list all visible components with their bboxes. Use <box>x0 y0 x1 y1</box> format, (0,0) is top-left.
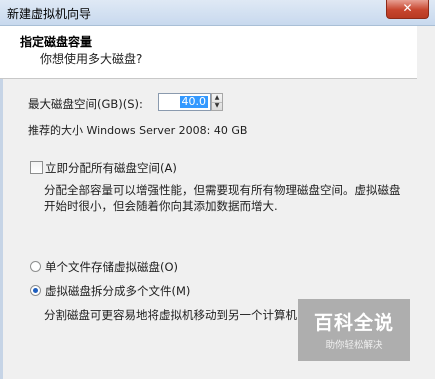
recommended-size-text: 推荐的大小 Windows Server 2008: 40 GB <box>28 124 248 137</box>
allocate-now-label[interactable]: 立即分配所有磁盘空间(A) <box>45 160 177 176</box>
watermark-subtitle: 助你轻松解决 <box>325 340 383 351</box>
page-title: 指定磁盘容量 <box>20 35 93 49</box>
split-files-radio[interactable] <box>30 285 41 296</box>
allocate-now-checkbox[interactable] <box>30 161 43 174</box>
spin-down-icon[interactable]: ▼ <box>212 102 222 110</box>
allocate-description-line2: 开始时很小，但会随着你向其添加数据而增大. <box>44 199 278 213</box>
new-vm-wizard-window: 新建虚拟机向导 ✕ 指定磁盘容量 你想使用多大磁盘? 最大磁盘空间(GB)(S)… <box>0 0 435 379</box>
wizard-header: 指定磁盘容量 你想使用多大磁盘? <box>0 26 435 79</box>
single-file-label[interactable]: 单个文件存储虚拟磁盘(O) <box>45 259 178 275</box>
radio-selected-dot <box>33 288 38 293</box>
watermark-logo: 百科全说 助你轻松解决 <box>298 299 410 361</box>
close-icon: ✕ <box>402 1 413 15</box>
right-edge-panel <box>417 26 435 379</box>
title-bar: 新建虚拟机向导 ✕ <box>0 0 435 26</box>
disk-size-input[interactable]: 40.0 <box>158 93 211 111</box>
split-files-label[interactable]: 虚拟磁盘拆分成多个文件(M) <box>45 283 190 299</box>
allocate-description-line1: 分配全部容量可以增强性能，但需要现有所有物理磁盘空间。虚拟磁盘 <box>44 183 401 197</box>
disk-size-value: 40.0 <box>179 95 208 108</box>
disk-size-spinner[interactable]: ▲ ▼ <box>211 93 223 111</box>
split-description: 分割磁盘可更容易地将虚拟机移动到另一个计算机 <box>44 308 297 322</box>
single-file-radio[interactable] <box>30 261 41 272</box>
page-subtitle: 你想使用多大磁盘? <box>40 52 143 66</box>
disk-size-label: 最大磁盘空间(GB)(S): <box>28 97 143 111</box>
watermark-title: 百科全说 <box>313 312 394 334</box>
close-button[interactable]: ✕ <box>386 0 429 19</box>
window-title: 新建虚拟机向导 <box>7 7 92 21</box>
